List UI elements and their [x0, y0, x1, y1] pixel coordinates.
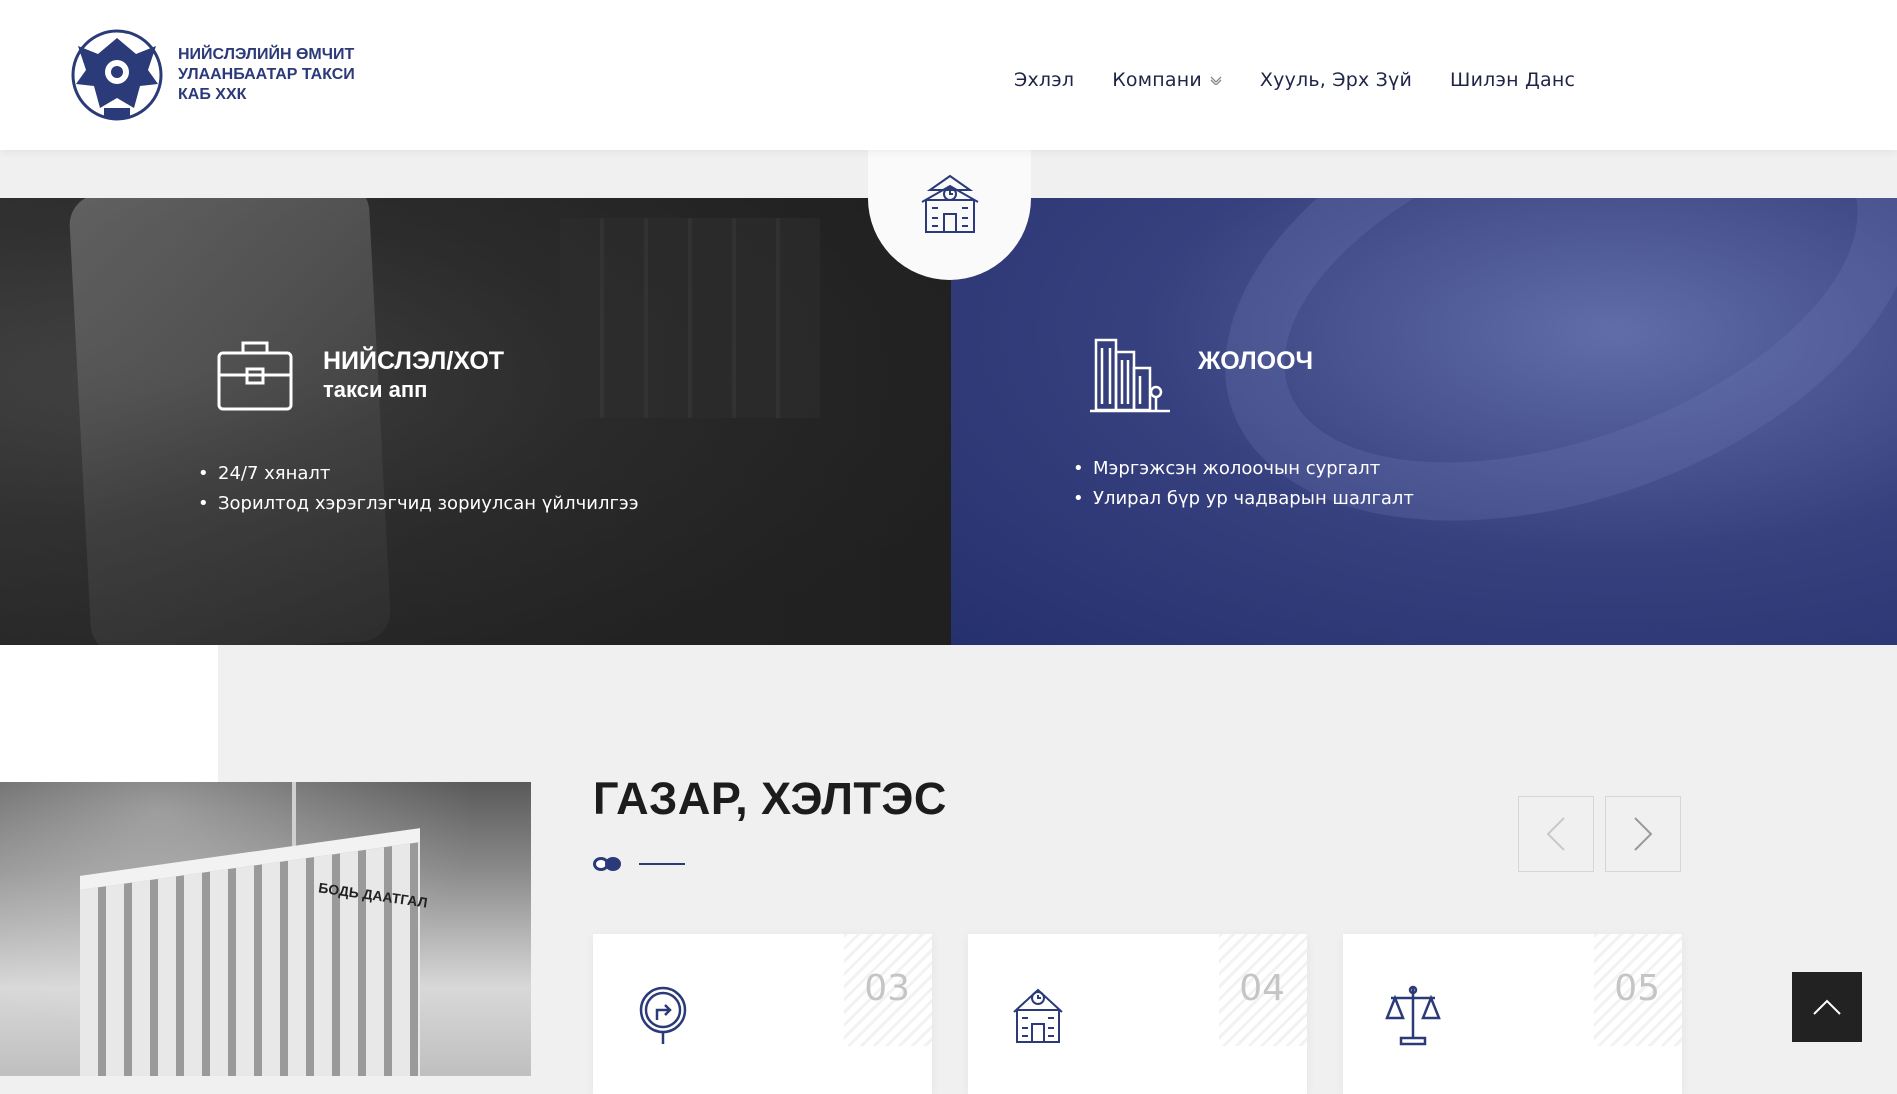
phone-photo	[68, 198, 392, 645]
feature-left-subtitle: такси апп	[323, 377, 428, 402]
scroll-to-top-button[interactable]	[1792, 972, 1862, 1042]
logo[interactable]: НИЙСЛЭЛИЙН ӨМЧИТ УЛААНБААТАР ТАКСИ КАБ Х…	[68, 24, 355, 126]
main-nav: Эхлэл Компани Хууль, Эрх Зүй Шилэн Данс	[1014, 69, 1613, 91]
carousel-next-button[interactable]	[1605, 796, 1681, 872]
nav-company[interactable]: Компани	[1112, 69, 1222, 91]
feature-left-list: 24/7 хяналт Зорилтод хэрэглэгчид зориулс…	[198, 459, 639, 519]
card-number: 03	[864, 968, 910, 1009]
nav-home[interactable]: Эхлэл	[1014, 69, 1074, 91]
title-divider	[593, 856, 685, 872]
logo-text: НИЙСЛЭЛИЙН ӨМЧИТ УЛААНБААТАР ТАКСИ КАБ Х…	[178, 46, 355, 103]
list-item: Улирал бүр ур чадварын шалгалт	[1073, 484, 1414, 514]
divider-line	[639, 863, 685, 865]
chevron-up-icon	[1813, 999, 1841, 1015]
nav-company-label: Компани	[1112, 69, 1202, 91]
school-building-icon	[1013, 988, 1063, 1043]
feature-right-title: ЖОЛООЧ	[1198, 347, 1314, 375]
list-item: 24/7 хяналт	[198, 459, 639, 489]
department-card[interactable]: 03	[593, 934, 932, 1094]
briefcase-icon	[217, 341, 293, 411]
street-photo	[560, 218, 820, 418]
nav-law-label: Хууль, Эрх Зүй	[1259, 69, 1413, 91]
nav-transparency-label: Шилэн Данс	[1450, 69, 1576, 91]
chevron-down-icon	[1210, 76, 1222, 85]
feature-left-title: НИЙСЛЭЛ/ХОТ	[323, 347, 505, 375]
section-title: ГАЗАР, ХЭЛТЭС	[593, 773, 947, 824]
chevron-right-icon	[1634, 817, 1653, 851]
city-buildings-icon	[1090, 338, 1170, 413]
emblem-icon	[71, 29, 163, 121]
hero-right-panel	[951, 198, 1897, 645]
divider-dots	[593, 856, 627, 872]
feature-right-heading: ЖОЛООЧ	[1198, 345, 1313, 377]
white-strip	[0, 645, 218, 782]
carousel-prev-button[interactable]	[1518, 796, 1594, 872]
card-number: 04	[1239, 968, 1285, 1009]
feature-left-heading: НИЙСЛЭЛ/ХОТ такси апп	[323, 345, 504, 403]
card-number: 05	[1614, 968, 1660, 1009]
nav-law[interactable]: Хууль, Эрх Зүй	[1260, 69, 1412, 91]
feature-right-list: Мэргэжсэн жолоочын сургалт Улирал бүр ур…	[1073, 454, 1414, 514]
scales-of-justice-icon	[1385, 985, 1441, 1046]
list-item: Мэргэжсэн жолоочын сургалт	[1073, 454, 1414, 484]
list-item: Зорилтод хэрэглэгчид зориулсан үйлчилгээ	[198, 489, 639, 519]
department-card[interactable]: 05	[1343, 934, 1682, 1094]
school-building-icon	[921, 174, 978, 233]
turn-right-sign-icon	[639, 986, 687, 1044]
nav-transparency[interactable]: Шилэн Данс	[1450, 69, 1575, 91]
nav-home-label: Эхлэл	[1014, 69, 1075, 91]
steering-wheel-photo	[1160, 198, 1897, 609]
hero-left-panel	[0, 198, 951, 645]
office-building-photo: БОДЬ ДААТГАЛ	[0, 782, 531, 1076]
department-card[interactable]: 04	[968, 934, 1307, 1094]
site-header: НИЙСЛЭЛИЙН ӨМЧИТ УЛААНБААТАР ТАКСИ КАБ Х…	[0, 0, 1897, 150]
chevron-left-icon	[1546, 817, 1565, 851]
